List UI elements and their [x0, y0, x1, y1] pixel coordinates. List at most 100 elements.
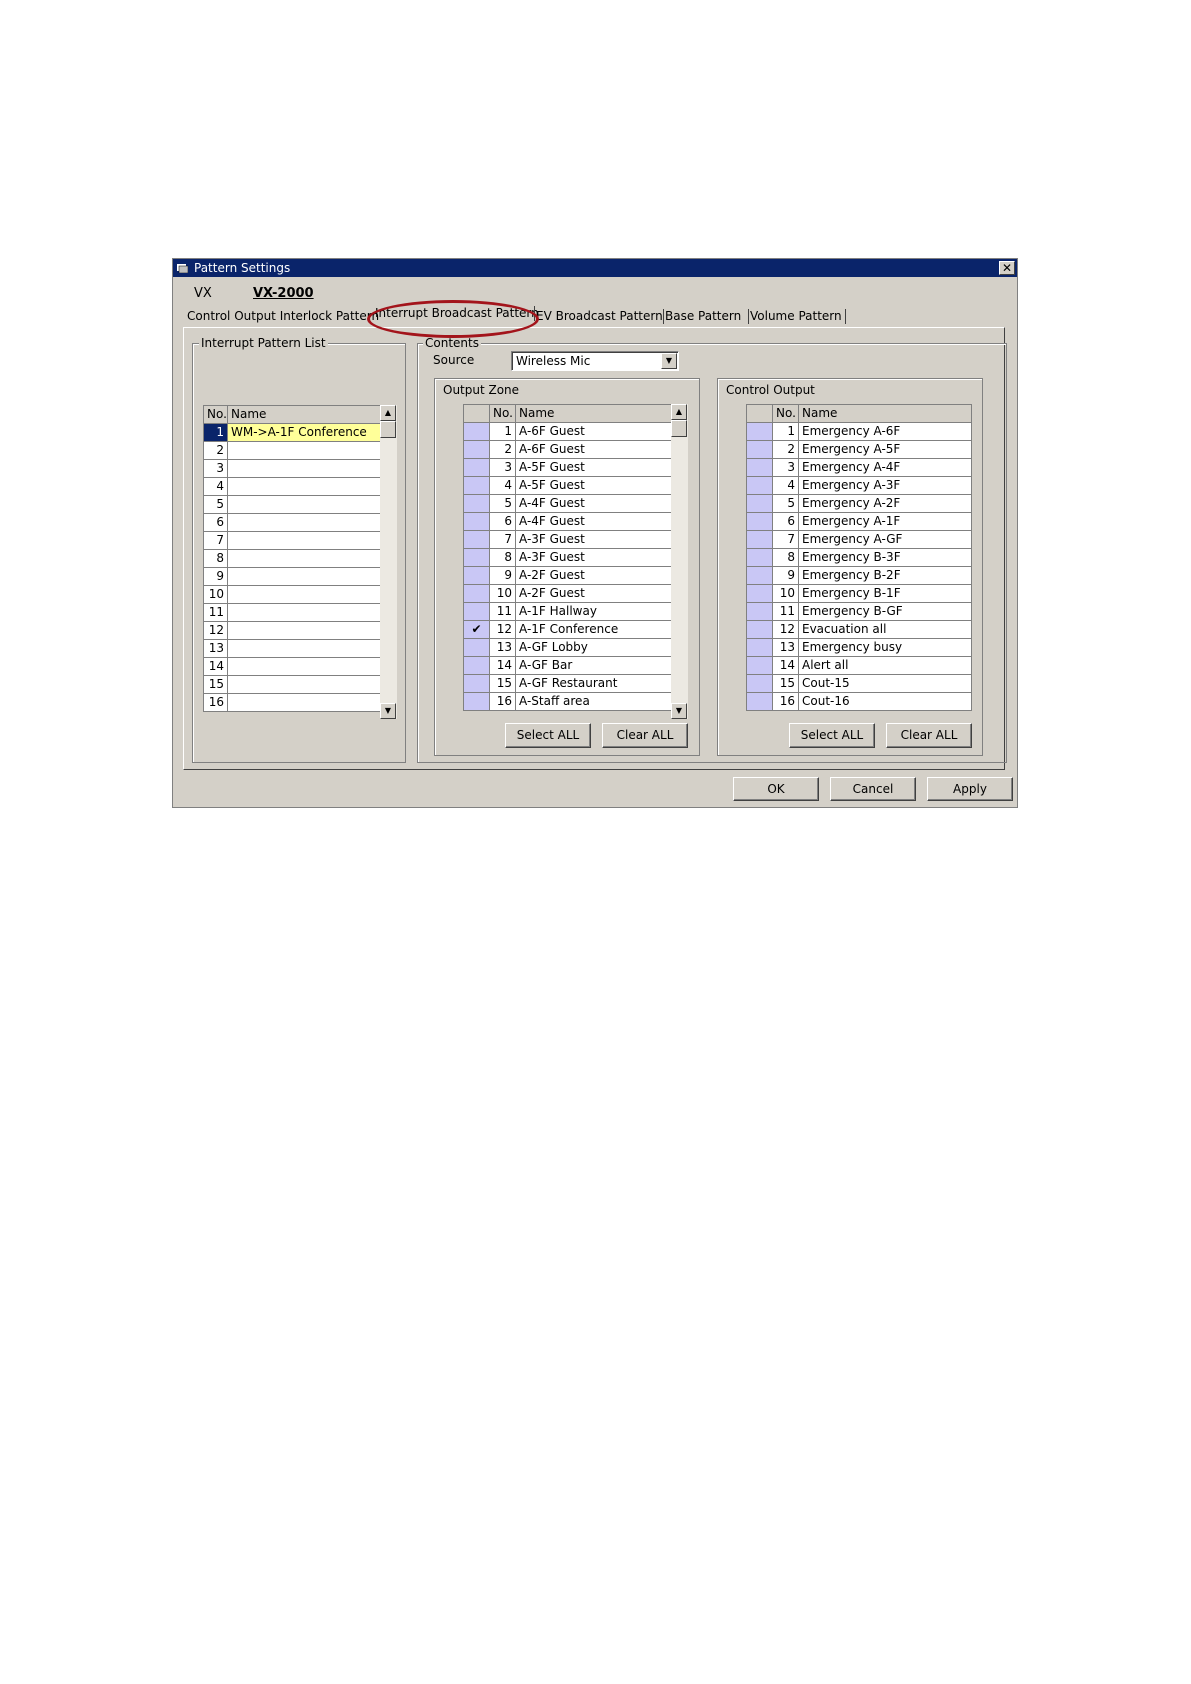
table-row[interactable]: 15 — [203, 675, 381, 694]
table-row[interactable]: 11 A-1F Hallway — [463, 602, 672, 621]
table-row[interactable]: 5 A-4F Guest — [463, 494, 672, 513]
tab-ev-broadcast[interactable]: EV Broadcast Pattern — [532, 307, 664, 325]
scroll-up-button[interactable]: ▲ — [380, 405, 396, 421]
table-row[interactable]: 7 A-3F Guest — [463, 530, 672, 549]
row-checkbox[interactable] — [463, 458, 490, 477]
row-checkbox[interactable] — [463, 530, 490, 549]
table-row[interactable]: 12 — [203, 621, 381, 640]
table-row[interactable]: 1 WM->A-1F Conference — [203, 423, 381, 442]
table-row[interactable]: 16 — [203, 693, 381, 712]
pattern-list-scrollbar[interactable]: ▲ ▼ — [380, 405, 397, 719]
table-row[interactable]: 8 Emergency B-3F — [746, 548, 972, 567]
table-row[interactable]: 10 Emergency B-1F — [746, 584, 972, 603]
ok-button[interactable]: OK — [733, 777, 819, 801]
row-checkbox[interactable] — [746, 566, 773, 585]
row-checkbox[interactable] — [746, 422, 773, 441]
row-name[interactable] — [227, 639, 381, 658]
row-name[interactable]: Emergency A-1F — [798, 512, 972, 531]
row-checkbox[interactable] — [463, 692, 490, 711]
table-row[interactable]: 2 A-6F Guest — [463, 440, 672, 459]
table-row[interactable]: 10 — [203, 585, 381, 604]
table-row[interactable]: 4 — [203, 477, 381, 496]
row-name[interactable] — [227, 567, 381, 586]
table-row[interactable]: 13 — [203, 639, 381, 658]
table-row[interactable]: 4 A-5F Guest — [463, 476, 672, 495]
table-row[interactable]: 6 — [203, 513, 381, 532]
row-checkbox[interactable] — [463, 548, 490, 567]
row-name[interactable] — [227, 549, 381, 568]
table-row[interactable]: 7 — [203, 531, 381, 550]
row-checkbox[interactable] — [746, 512, 773, 531]
row-name[interactable]: A-3F Guest — [515, 530, 672, 549]
table-row[interactable]: 9 Emergency B-2F — [746, 566, 972, 585]
row-checkbox[interactable] — [463, 674, 490, 693]
row-name[interactable] — [227, 477, 381, 496]
row-checkbox[interactable] — [746, 458, 773, 477]
table-row[interactable]: 13 Emergency busy — [746, 638, 972, 657]
row-checkbox[interactable] — [746, 638, 773, 657]
row-name[interactable]: WM->A-1F Conference — [227, 423, 381, 442]
row-checkbox[interactable] — [463, 494, 490, 513]
apply-button[interactable]: Apply — [927, 777, 1013, 801]
output-zone-select-all-button[interactable]: Select ALL — [505, 723, 591, 748]
row-name[interactable]: A-GF Lobby — [515, 638, 672, 657]
close-button[interactable]: ✕ — [999, 261, 1015, 275]
table-row[interactable]: 9 — [203, 567, 381, 586]
row-checkbox[interactable] — [746, 620, 773, 639]
output-zone-clear-all-button[interactable]: Clear ALL — [602, 723, 688, 748]
row-checkbox[interactable] — [463, 512, 490, 531]
row-checkbox[interactable] — [746, 584, 773, 603]
row-name[interactable]: Emergency A-3F — [798, 476, 972, 495]
row-name[interactable]: Emergency A-GF — [798, 530, 972, 549]
row-name[interactable]: Alert all — [798, 656, 972, 675]
row-name[interactable] — [227, 693, 381, 712]
row-name[interactable]: A-4F Guest — [515, 494, 672, 513]
row-name[interactable]: Emergency B-1F — [798, 584, 972, 603]
table-row[interactable]: 3 — [203, 459, 381, 478]
table-row[interactable]: 15 Cout-15 — [746, 674, 972, 693]
row-checkbox[interactable] — [463, 584, 490, 603]
table-row[interactable]: 7 Emergency A-GF — [746, 530, 972, 549]
control-output-select-all-button[interactable]: Select ALL — [789, 723, 875, 748]
table-row[interactable]: 13 A-GF Lobby — [463, 638, 672, 657]
row-checkbox[interactable] — [463, 656, 490, 675]
table-row[interactable]: 14 Alert all — [746, 656, 972, 675]
table-row[interactable]: 6 Emergency A-1F — [746, 512, 972, 531]
row-checkbox[interactable]: ✔ — [463, 620, 490, 639]
row-checkbox[interactable] — [746, 692, 773, 711]
table-row[interactable]: 16 A-Staff area — [463, 692, 672, 711]
scroll-thumb[interactable] — [380, 421, 396, 438]
row-checkbox[interactable] — [463, 422, 490, 441]
scroll-down-button[interactable]: ▼ — [380, 703, 396, 719]
table-row[interactable]: 8 A-3F Guest — [463, 548, 672, 567]
row-name[interactable]: Emergency A-4F — [798, 458, 972, 477]
table-row[interactable]: 5 — [203, 495, 381, 514]
output-zone-scrollbar[interactable]: ▲ ▼ — [671, 404, 688, 719]
row-name[interactable]: A-GF Bar — [515, 656, 672, 675]
table-row[interactable]: 10 A-2F Guest — [463, 584, 672, 603]
table-row[interactable]: 12 Evacuation all — [746, 620, 972, 639]
table-row[interactable]: 3 A-5F Guest — [463, 458, 672, 477]
row-checkbox[interactable] — [463, 440, 490, 459]
row-name[interactable]: Cout-16 — [798, 692, 972, 711]
table-row[interactable]: 6 A-4F Guest — [463, 512, 672, 531]
row-checkbox[interactable] — [746, 548, 773, 567]
row-checkbox[interactable] — [746, 440, 773, 459]
row-name[interactable]: Emergency A-5F — [798, 440, 972, 459]
table-row[interactable]: 2 — [203, 441, 381, 460]
row-name[interactable] — [227, 531, 381, 550]
row-name[interactable] — [227, 495, 381, 514]
row-name[interactable]: Emergency A-6F — [798, 422, 972, 441]
table-row[interactable]: 3 Emergency A-4F — [746, 458, 972, 477]
row-name[interactable]: A-6F Guest — [515, 440, 672, 459]
row-name[interactable] — [227, 441, 381, 460]
row-name[interactable]: Cout-15 — [798, 674, 972, 693]
table-row[interactable]: 8 — [203, 549, 381, 568]
row-name[interactable] — [227, 675, 381, 694]
control-output-clear-all-button[interactable]: Clear ALL — [886, 723, 972, 748]
table-row[interactable]: 1 A-6F Guest — [463, 422, 672, 441]
row-name[interactable] — [227, 513, 381, 532]
cancel-button[interactable]: Cancel — [830, 777, 916, 801]
row-name[interactable]: A-Staff area — [515, 692, 672, 711]
row-name[interactable]: A-GF Restaurant — [515, 674, 672, 693]
